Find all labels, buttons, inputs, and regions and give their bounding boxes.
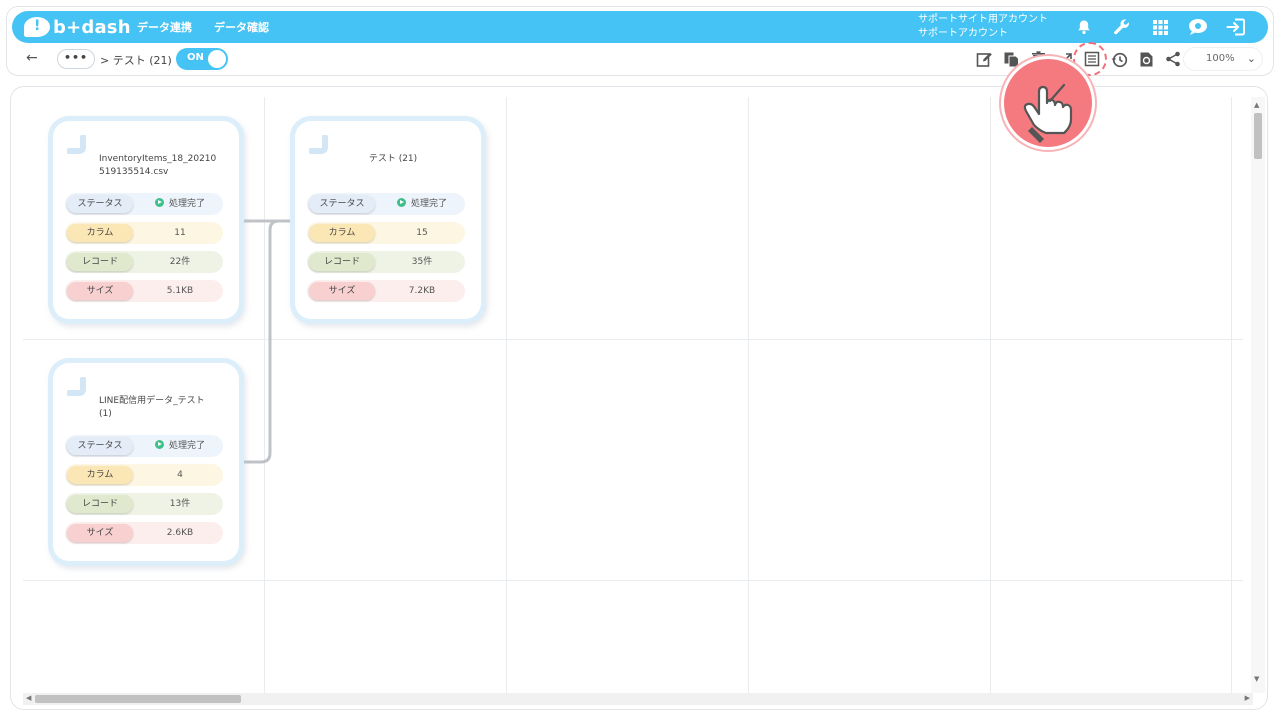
- logo-bubble-icon: [24, 17, 50, 37]
- node-stats: ステータス 処理完了 カラム 15 レコード 35件 サイズ 7.2KB: [307, 193, 465, 309]
- status-value: 処理完了: [379, 193, 465, 215]
- size-value: 7.2KB: [408, 286, 436, 296]
- node-title: テスト (21): [368, 154, 418, 164]
- status-value: 処理完了: [137, 193, 223, 215]
- column-row: カラム 11: [65, 222, 223, 244]
- record-value: 35件: [411, 257, 433, 267]
- file-corner-icon: [67, 135, 86, 154]
- record-row: レコード 13件: [65, 493, 223, 515]
- node-title: LINE配信用データ_テスト (1): [99, 396, 205, 419]
- size-label: サイズ: [67, 282, 133, 300]
- play-icon: [154, 440, 164, 449]
- more-breadcrumb-button[interactable]: •••: [57, 49, 95, 69]
- horizontal-scrollbar[interactable]: ◀ ▶: [23, 693, 1253, 705]
- status-row: ステータス 処理完了: [65, 193, 223, 215]
- record-row: レコード 22件: [65, 251, 223, 273]
- account-info[interactable]: サポートサイト用アカウント サポートアカウント: [918, 13, 1048, 41]
- logo[interactable]: b+dash: [24, 16, 131, 38]
- zoom-select[interactable]: 100% ⌄: [1184, 48, 1262, 70]
- status-label: ステータス: [67, 195, 133, 213]
- toggle-knob: [208, 50, 226, 68]
- vertical-scrollbar[interactable]: ▲ ▼: [1251, 97, 1265, 693]
- back-arrow-icon[interactable]: ←: [26, 50, 38, 66]
- scroll-thumb[interactable]: [1254, 113, 1262, 159]
- main-nav: データ連携 データ確認: [137, 11, 269, 43]
- edit-icon[interactable]: [974, 49, 994, 69]
- data-node[interactable]: LINE配信用データ_テスト (1) ステータス 処理完了 カラム 4 レコード…: [53, 363, 239, 561]
- zoom-value: 100%: [1206, 53, 1235, 64]
- status-label: ステータス: [309, 195, 375, 213]
- status-text: 処理完了: [168, 441, 205, 451]
- history-icon[interactable]: [1109, 49, 1129, 69]
- refresh-file-icon[interactable]: [1136, 49, 1156, 69]
- column-label: カラム: [67, 466, 133, 484]
- play-icon: [154, 198, 164, 207]
- size-row: サイズ 2.6KB: [65, 522, 223, 544]
- size-value: 2.6KB: [166, 528, 194, 538]
- on-off-toggle[interactable]: ON: [176, 48, 228, 70]
- scroll-thumb[interactable]: [35, 695, 241, 703]
- column-value: 11: [174, 228, 186, 238]
- scroll-right-icon[interactable]: ▶: [1245, 694, 1250, 702]
- status-value: 処理完了: [137, 435, 223, 457]
- toggle-label: ON: [187, 52, 204, 63]
- logout-icon[interactable]: [1226, 17, 1246, 37]
- record-label: レコード: [309, 253, 375, 271]
- breadcrumb[interactable]: > テスト (21): [100, 52, 172, 68]
- nav-data-integration[interactable]: データ連携: [137, 19, 192, 35]
- file-corner-icon: [67, 377, 86, 396]
- status-row: ステータス 処理完了: [65, 435, 223, 457]
- grid-apps-icon[interactable]: [1150, 17, 1170, 37]
- data-node[interactable]: InventoryItems_18_20210519135514.csv ステー…: [53, 121, 239, 319]
- chevron-down-icon: ⌄: [1246, 52, 1256, 65]
- account-name: サポートサイト用アカウント: [918, 14, 1048, 25]
- top-navigation-bar: b+dash データ連携 データ確認 サポートサイト用アカウント サポートアカウ…: [12, 11, 1268, 43]
- status-text: 処理完了: [410, 199, 447, 209]
- node-stats: ステータス 処理完了 カラム 4 レコード 13件 サイズ 2.6KB: [65, 435, 223, 551]
- record-label: レコード: [67, 253, 133, 271]
- size-label: サイズ: [309, 282, 375, 300]
- share-icon[interactable]: [1163, 49, 1183, 69]
- pointing-hand-icon: [1001, 56, 1095, 150]
- column-label: カラム: [309, 224, 375, 242]
- node-stats: ステータス 処理完了 カラム 11 レコード 22件 サイズ 5.1KB: [65, 193, 223, 309]
- node-title: InventoryItems_18_20210519135514.csv: [99, 154, 217, 177]
- column-value: 4: [177, 470, 183, 480]
- play-icon: [396, 198, 406, 207]
- column-label: カラム: [67, 224, 133, 242]
- status-row: ステータス 処理完了: [307, 193, 465, 215]
- column-row: カラム 15: [307, 222, 465, 244]
- data-node[interactable]: テスト (21) ステータス 処理完了 カラム 15 レコード 35件 サイズ …: [295, 121, 481, 319]
- account-sub: サポートアカウント: [918, 28, 1008, 39]
- record-value: 13件: [169, 499, 191, 509]
- scroll-left-icon[interactable]: ◀: [26, 694, 31, 702]
- size-row: サイズ 5.1KB: [65, 280, 223, 302]
- record-row: レコード 35件: [307, 251, 465, 273]
- record-value: 22件: [169, 257, 191, 267]
- flow-canvas[interactable]: InventoryItems_18_20210519135514.csv ステー…: [10, 86, 1268, 710]
- column-row: カラム 4: [65, 464, 223, 486]
- chat-icon[interactable]: [1188, 17, 1208, 37]
- scroll-down-icon[interactable]: ▼: [1254, 675, 1259, 683]
- nav-data-check[interactable]: データ確認: [214, 19, 269, 35]
- size-row: サイズ 7.2KB: [307, 280, 465, 302]
- size-value: 5.1KB: [166, 286, 194, 296]
- logo-text: b+dash: [53, 16, 131, 38]
- status-label: ステータス: [67, 437, 133, 455]
- status-text: 処理完了: [168, 199, 205, 209]
- wrench-icon[interactable]: [1112, 17, 1132, 37]
- scroll-up-icon[interactable]: ▲: [1254, 101, 1259, 109]
- size-label: サイズ: [67, 524, 133, 542]
- bell-icon[interactable]: [1074, 17, 1094, 37]
- record-label: レコード: [67, 495, 133, 513]
- column-value: 15: [416, 228, 428, 238]
- header-icons: [1074, 11, 1246, 43]
